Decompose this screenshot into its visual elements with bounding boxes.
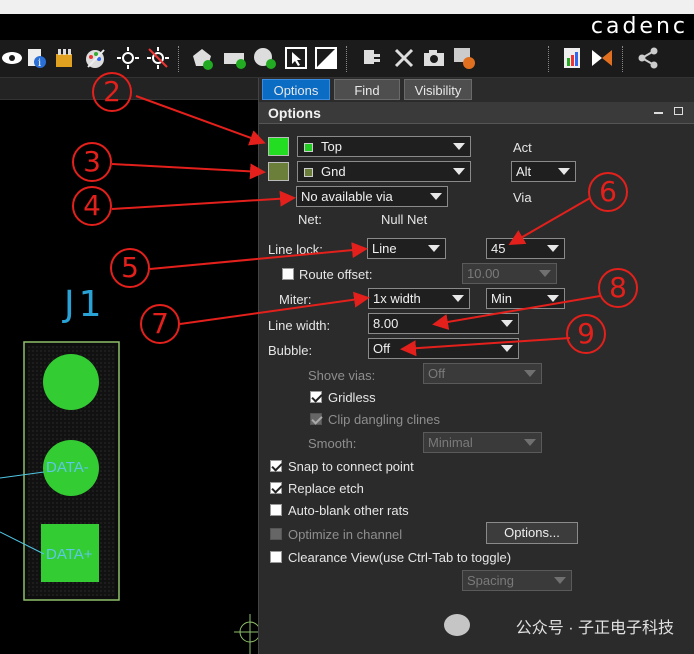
- annotation-4: 4: [72, 186, 112, 226]
- annotation-3: 3: [72, 142, 112, 182]
- watermark: 公众号 · 子正电子科技: [515, 620, 674, 637]
- wechat-icon: [444, 614, 470, 636]
- annotation-9: 9: [566, 314, 606, 354]
- annotation-6: 6: [588, 172, 628, 212]
- annotation-8: 8: [598, 268, 638, 308]
- annotation-5: 5: [110, 248, 150, 288]
- annotation-2: 2: [92, 72, 132, 112]
- annotation-7: 7: [140, 304, 180, 344]
